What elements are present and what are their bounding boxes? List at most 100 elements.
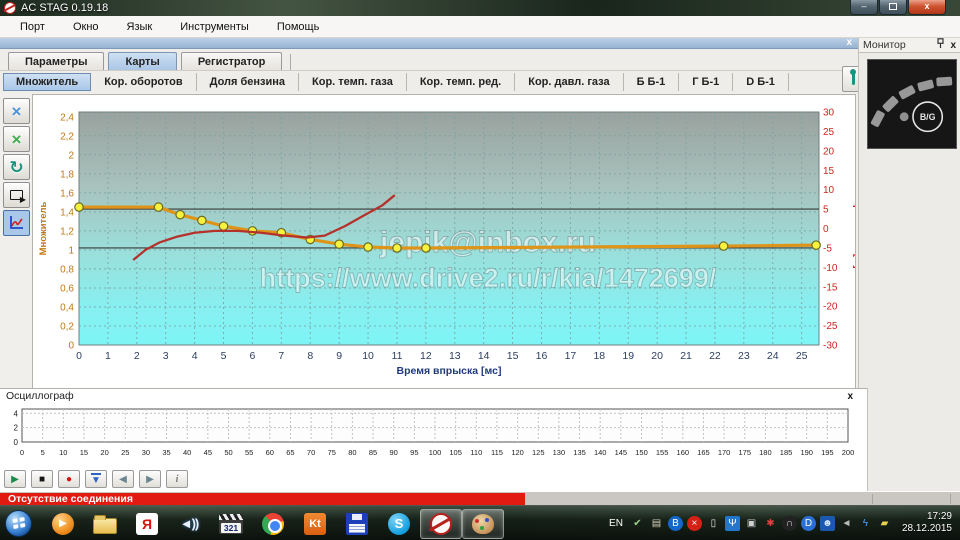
map-point[interactable] (175, 209, 185, 220)
taskbar-yandex-browser[interactable]: Я (126, 509, 168, 539)
map-point[interactable] (218, 221, 229, 231)
tray-display-monitor-icon[interactable]: ▣ (744, 516, 759, 531)
select-area-button[interactable]: ▶ (3, 182, 30, 208)
osc-next-button[interactable]: ▶ (139, 470, 161, 488)
osc-x-tick: 10 (59, 448, 67, 457)
multiplier-map-chart[interactable]: jepik@inbox.ru https://www.drive2.ru/r/ki… (32, 94, 863, 424)
osc-next-icon: ▶ (146, 473, 154, 485)
tab-parameters[interactable]: Параметры (8, 52, 105, 70)
map-tab-reducer-temp-correction[interactable]: Кор. темп. ред. (407, 73, 516, 91)
x-tick-label: 9 (336, 350, 342, 362)
oscilloscope-svg: 0240 5 10 15 20 25 30 35 40 45 50 55 60 65 70 75 80 85 90 9… (14, 408, 854, 457)
taskbar-ac-stag[interactable] (420, 508, 462, 539)
map-point[interactable] (197, 215, 207, 226)
clapperboard-icon: 321 (219, 513, 243, 534)
map-tab-gas-temp-correction[interactable]: Кор. темп. газа (299, 73, 407, 91)
taskbar-chrome[interactable] (252, 509, 294, 539)
tray-headset-icon[interactable]: ∩ (781, 515, 797, 531)
right-tick-label: -10 (823, 263, 838, 274)
tray-error-indicator-icon[interactable]: × (686, 515, 702, 531)
map-tab-b-b1[interactable]: Б Б-1 (624, 73, 680, 91)
start-button[interactable] (5, 509, 32, 537)
taskbar-clock[interactable]: 17:29 28.12.2015 (902, 511, 952, 535)
osc-x-tick: 180 (759, 448, 772, 457)
menu-language[interactable]: Язык (113, 18, 167, 36)
osc-stop-button[interactable]: ■ (31, 470, 53, 488)
tray-battery-device-icon[interactable]: ▯ (706, 516, 721, 531)
taskbar-floppy-app[interactable] (336, 509, 378, 539)
x-tick-label: 0 (76, 350, 82, 362)
map-point[interactable] (334, 239, 344, 249)
taskbar-explorer[interactable] (84, 509, 126, 539)
tray-bluetooth-icon[interactable]: B (667, 515, 683, 531)
taskbar-kt-player[interactable]: Kt (294, 509, 336, 539)
map-point[interactable] (718, 241, 729, 251)
minimize-button[interactable]: – (850, 0, 878, 15)
osc-x-tick: 5 (41, 448, 45, 457)
x-tick-label: 23 (738, 350, 750, 362)
right-tick-label: 15 (823, 166, 835, 177)
osc-x-tick: 155 (656, 448, 669, 457)
osc-x-tick: 150 (635, 448, 648, 457)
app-client-area: x Параметры Карты Регистратор Множитель Кор… (0, 36, 960, 506)
tray-display-doc-icon[interactable]: ▤ (649, 516, 664, 531)
map-point[interactable] (153, 202, 164, 212)
taskbar-skype[interactable]: S (378, 509, 420, 539)
menu-help[interactable]: Помощь (263, 18, 334, 36)
tray-power-plan-icon[interactable]: ϟ (858, 516, 873, 531)
menu-tools[interactable]: Инструменты (166, 18, 263, 36)
chart-mode-button[interactable] (3, 210, 30, 236)
maximize-button[interactable] (879, 0, 907, 15)
tray-language-indicator[interactable]: EN (606, 518, 626, 529)
menu-port[interactable]: Порт (6, 18, 59, 36)
taskbar-volume-mixer[interactable]: ◄)) (168, 509, 210, 539)
osc-x-tick: 130 (553, 448, 566, 457)
close-button[interactable]: x (908, 0, 946, 15)
map-point[interactable] (421, 243, 431, 253)
clear-map-green-button[interactable]: × (3, 126, 30, 152)
tray-sticky-note-icon[interactable]: ▰ (877, 516, 892, 531)
pin-icon[interactable] (936, 36, 945, 54)
map-tab-gas-pressure-correction[interactable]: Кор. давл. газа (515, 73, 624, 91)
map-tab-g-b1[interactable]: Г Б-1 (679, 73, 734, 91)
osc-play-button[interactable]: ▶ (4, 470, 26, 488)
map-point[interactable] (392, 243, 402, 253)
osc-x-tick: 90 (390, 448, 398, 457)
monitor-close-icon[interactable]: x (950, 40, 956, 51)
oscilloscope-close-icon[interactable]: x (847, 391, 861, 402)
map-point[interactable] (363, 242, 373, 252)
tab-maps[interactable]: Карты (108, 52, 177, 70)
map-point[interactable] (74, 202, 84, 212)
map-tab-multiplier[interactable]: Множитель (3, 73, 92, 91)
taskbar-windows-media-player[interactable]: ▶ (42, 509, 84, 539)
tray-wireless-network-icon[interactable]: Ψ (724, 515, 740, 531)
menu-window[interactable]: Окно (59, 18, 113, 36)
tray-safely-remove-icon[interactable]: ✔ (630, 516, 645, 531)
tray-user-account-icon[interactable]: ☻ (819, 515, 835, 531)
map-tab-petrol-share[interactable]: Доля бензина (197, 73, 300, 91)
tray-sound-event-icon[interactable]: ✱ (763, 516, 778, 531)
tray-download-master-icon[interactable]: D (800, 515, 816, 531)
x-tick-label: 13 (449, 350, 461, 362)
osc-record-button[interactable]: ● (58, 470, 80, 488)
osc-collapse-button[interactable]: ▼ (85, 470, 107, 488)
map-tab-d-b1[interactable]: D Б-1 (733, 73, 789, 91)
x-tick-label: 20 (651, 350, 663, 362)
map-tab-rpm-correction[interactable]: Кор. оборотов (91, 73, 197, 91)
select-area-icon: ▶ (10, 190, 26, 204)
clear-map-blue-button[interactable]: × (3, 98, 30, 124)
osc-prev-button[interactable]: ◀ (112, 470, 134, 488)
right-tick-label: 0 (823, 224, 829, 235)
tab-recorder[interactable]: Регистратор (180, 52, 283, 70)
osc-info-button[interactable]: i (166, 470, 188, 488)
map-point[interactable] (811, 240, 821, 250)
osc-x-tick: 95 (410, 448, 418, 457)
tray-volume-muted-icon[interactable]: ◄ (839, 516, 854, 531)
left-tick-label: 0,8 (60, 264, 74, 275)
refresh-button[interactable]: ↻ (3, 154, 30, 180)
taskbar-paint[interactable] (462, 508, 504, 539)
windows-logo-icon (12, 516, 25, 529)
speaker-icon: ◄)) (179, 516, 200, 531)
dock-close-icon[interactable]: x (846, 38, 852, 48)
taskbar-klite-codec[interactable]: 321 (210, 509, 252, 539)
